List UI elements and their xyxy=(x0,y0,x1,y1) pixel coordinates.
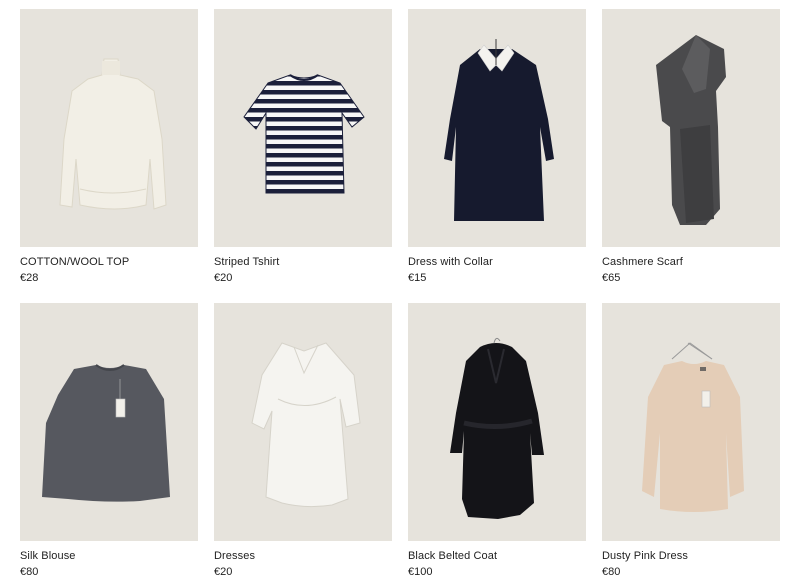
product-name[interactable]: Cashmere Scarf xyxy=(602,255,780,269)
product-name[interactable]: COTTON/WOOL TOP xyxy=(20,255,198,269)
product-image[interactable] xyxy=(20,9,198,247)
product-name[interactable]: Striped Tshirt xyxy=(214,255,392,269)
black-belted-coat-image xyxy=(450,337,544,519)
product-name[interactable]: Dusty Pink Dress xyxy=(602,549,780,563)
navy-dress-white-collar-image xyxy=(444,39,554,221)
white-wrap-dress-image xyxy=(251,342,361,508)
dusty-pink-dress-image xyxy=(642,342,744,512)
cream-turtleneck-sweater-image xyxy=(59,58,167,210)
product-image[interactable] xyxy=(214,9,392,247)
product-card[interactable]: Dusty Pink Dress €80 xyxy=(602,303,780,579)
product-price: €80 xyxy=(602,566,621,578)
product-price: €100 xyxy=(408,566,433,578)
product-name[interactable]: Black Belted Coat xyxy=(408,549,586,563)
product-grid: COTTON/WOOL TOP €28 Striped Tshirt €20 D… xyxy=(0,0,800,580)
grey-silk-blouse-image xyxy=(42,364,170,502)
navy-striped-tshirt-image xyxy=(243,74,365,194)
product-name[interactable]: Dress with Collar xyxy=(408,255,586,269)
product-card[interactable]: Dresses €20 xyxy=(214,303,392,579)
product-image[interactable] xyxy=(602,303,780,541)
product-image[interactable] xyxy=(408,303,586,541)
product-price: €65 xyxy=(602,272,621,284)
product-price: €15 xyxy=(408,272,427,284)
product-image[interactable] xyxy=(214,303,392,541)
product-price: €28 xyxy=(20,272,39,284)
product-card[interactable]: Dress with Collar €15 xyxy=(408,9,586,285)
product-card[interactable]: COTTON/WOOL TOP €28 xyxy=(20,9,198,285)
product-card[interactable]: Silk Blouse €80 xyxy=(20,303,198,579)
product-name[interactable]: Silk Blouse xyxy=(20,549,198,563)
product-image[interactable] xyxy=(602,9,780,247)
product-image[interactable] xyxy=(408,9,586,247)
product-name[interactable]: Dresses xyxy=(214,549,392,563)
product-price: €20 xyxy=(214,272,233,284)
product-image[interactable] xyxy=(20,303,198,541)
product-card[interactable]: Cashmere Scarf €65 xyxy=(602,9,780,285)
product-price: €80 xyxy=(20,566,39,578)
product-card[interactable]: Striped Tshirt €20 xyxy=(214,9,392,285)
product-price: €20 xyxy=(214,566,233,578)
grey-cashmere-scarf-image xyxy=(656,35,726,225)
product-card[interactable]: Black Belted Coat €100 xyxy=(408,303,586,579)
